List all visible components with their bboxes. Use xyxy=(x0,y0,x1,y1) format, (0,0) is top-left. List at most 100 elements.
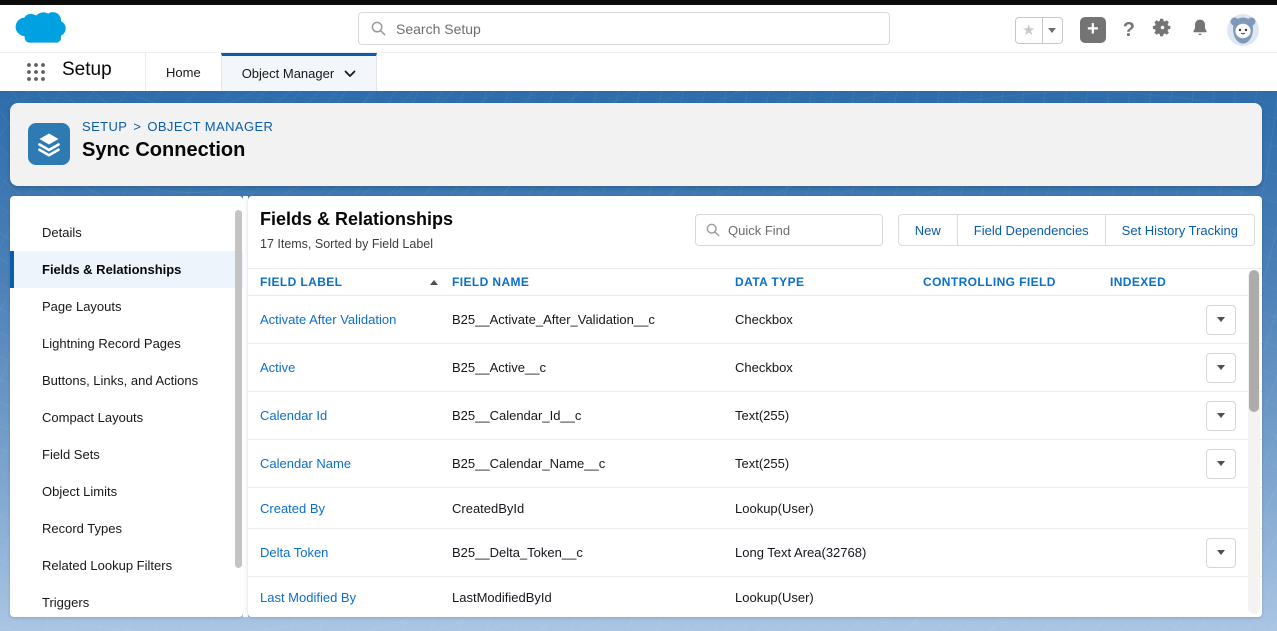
quick-create-button[interactable]: + xyxy=(1080,17,1106,43)
column-header-field-name[interactable]: FIELD NAME xyxy=(452,275,735,289)
field-name-cell: B25__Activate_After_Validation__c xyxy=(452,312,735,327)
utility-actions: ★ + ? xyxy=(1015,14,1259,46)
sidebar-item-compact-layouts[interactable]: Compact Layouts xyxy=(10,399,243,436)
breadcrumb-object-manager-link[interactable]: OBJECT MANAGER xyxy=(147,119,273,134)
page-title: Sync Connection xyxy=(82,139,245,162)
field-label-link[interactable]: Delta Token xyxy=(260,545,452,560)
data-type-cell: Lookup(User) xyxy=(735,501,923,516)
data-type-cell: Text(255) xyxy=(735,456,923,471)
object-manager-sidebar: Details Fields & Relationships Page Layo… xyxy=(10,196,243,617)
column-header-controlling-field[interactable]: CONTROLLING FIELD xyxy=(923,275,1110,289)
quick-find-box xyxy=(695,214,883,246)
fields-relationships-panel: Fields & Relationships 17 Items, Sorted … xyxy=(248,196,1262,617)
sidebar-item-object-limits[interactable]: Object Limits xyxy=(10,473,243,510)
app-name-label: Setup xyxy=(62,59,112,81)
salesforce-setup-screen: ★ + ? xyxy=(0,0,1277,631)
field-name-cell: B25__Active__c xyxy=(452,360,735,375)
sidebar-item-lightning-record-pages[interactable]: Lightning Record Pages xyxy=(10,325,243,362)
sidebar-item-page-layouts[interactable]: Page Layouts xyxy=(10,288,243,325)
data-type-cell: Checkbox xyxy=(735,312,923,327)
salesforce-logo xyxy=(12,9,70,49)
table-scrollbar-track[interactable] xyxy=(1248,270,1260,614)
row-actions-menu-button[interactable] xyxy=(1206,401,1236,431)
data-type-cell: Text(255) xyxy=(735,408,923,423)
field-label-link[interactable]: Active xyxy=(260,360,452,375)
sidebar-item-label: Related Lookup Filters xyxy=(42,558,172,573)
sidebar-item-label: Object Limits xyxy=(42,484,117,499)
user-avatar[interactable] xyxy=(1227,14,1259,46)
chevron-down-icon xyxy=(1217,550,1225,555)
row-actions-menu-button[interactable] xyxy=(1206,538,1236,568)
chevron-down-icon xyxy=(1217,413,1225,418)
table-row: Delta Token B25__Delta_Token__c Long Tex… xyxy=(248,529,1262,577)
chevron-down-icon xyxy=(1217,317,1225,322)
field-name-cell: B25__Calendar_Id__c xyxy=(452,408,735,423)
panel-actions: New Field Dependencies Set History Track… xyxy=(898,214,1255,246)
chevron-down-icon[interactable] xyxy=(344,70,356,78)
sidebar-item-record-types[interactable]: Record Types xyxy=(10,510,243,547)
gear-icon xyxy=(1152,17,1173,38)
field-dependencies-button[interactable]: Field Dependencies xyxy=(957,214,1106,246)
notifications-button[interactable] xyxy=(1190,17,1210,43)
sidebar-item-fields-relationships[interactable]: Fields & Relationships xyxy=(10,251,243,288)
search-setup-input[interactable] xyxy=(396,21,877,37)
sidebar-item-related-lookup-filters[interactable]: Related Lookup Filters xyxy=(10,547,243,584)
field-name-cell: LastModifiedById xyxy=(452,590,735,605)
favorites-control: ★ xyxy=(1015,17,1063,44)
table-scrollbar-thumb[interactable] xyxy=(1249,270,1259,412)
chevron-down-icon xyxy=(1217,365,1225,370)
tab-home[interactable]: Home xyxy=(145,53,221,91)
astro-avatar-icon xyxy=(1227,14,1259,46)
row-actions-menu-button[interactable] xyxy=(1206,353,1236,383)
object-layers-icon xyxy=(28,123,70,165)
field-label-link[interactable]: Calendar Id xyxy=(260,408,452,423)
setup-gear-button[interactable] xyxy=(1152,17,1173,43)
sidebar-item-label: Buttons, Links, and Actions xyxy=(42,373,198,388)
sidebar-item-label: Compact Layouts xyxy=(42,410,143,425)
table-row: Last Modified By LastModifiedById Lookup… xyxy=(248,577,1262,617)
sidebar-item-field-sets[interactable]: Field Sets xyxy=(10,436,243,473)
sidebar-item-buttons-links-actions[interactable]: Buttons, Links, and Actions xyxy=(10,362,243,399)
sidebar-item-triggers[interactable]: Triggers xyxy=(10,584,243,617)
panel-title: Fields & Relationships xyxy=(260,209,453,230)
new-button[interactable]: New xyxy=(898,214,958,246)
quick-find-input[interactable] xyxy=(728,223,872,238)
column-header-text: FIELD NAME xyxy=(452,275,529,289)
breadcrumb-setup-link[interactable]: SETUP xyxy=(82,119,127,134)
sidebar-item-label: Fields & Relationships xyxy=(42,262,181,277)
field-name-cell: B25__Delta_Token__c xyxy=(452,545,735,560)
field-name-cell: CreatedById xyxy=(452,501,735,516)
search-icon xyxy=(706,223,720,237)
table-row: Created By CreatedById Lookup(User) xyxy=(248,488,1262,529)
column-header-data-type[interactable]: DATA TYPE xyxy=(735,275,923,289)
row-actions-menu-button[interactable] xyxy=(1206,305,1236,335)
plus-icon: + xyxy=(1087,19,1099,39)
column-header-field-label[interactable]: FIELD LABEL xyxy=(260,275,452,289)
field-label-link[interactable]: Last Modified By xyxy=(260,590,452,605)
search-icon xyxy=(371,21,386,36)
breadcrumb-separator: > xyxy=(133,119,141,134)
page-header-card: SETUP > OBJECT MANAGER Sync Connection xyxy=(10,103,1262,186)
field-label-link[interactable]: Activate After Validation xyxy=(260,312,452,327)
favorites-star-icon[interactable]: ★ xyxy=(1015,17,1043,44)
set-history-tracking-button[interactable]: Set History Tracking xyxy=(1105,214,1255,246)
help-button[interactable]: ? xyxy=(1123,19,1135,42)
sidebar-scrollbar[interactable] xyxy=(235,210,242,568)
row-actions-menu-button[interactable] xyxy=(1206,449,1236,479)
table-header-row: FIELD LABEL FIELD NAME DATA TYPE CONTROL… xyxy=(248,268,1262,296)
setup-page-background: SETUP > OBJECT MANAGER Sync Connection Det… xyxy=(0,91,1277,631)
sidebar-list: Details Fields & Relationships Page Layo… xyxy=(10,196,243,617)
app-launcher-waffle-icon[interactable] xyxy=(26,62,46,82)
fields-table: FIELD LABEL FIELD NAME DATA TYPE CONTROL… xyxy=(248,268,1262,617)
favorites-caret-button[interactable] xyxy=(1043,17,1063,44)
sidebar-item-details[interactable]: Details xyxy=(10,214,243,251)
table-row: Calendar Name B25__Calendar_Name__c Text… xyxy=(248,440,1262,488)
sort-ascending-icon xyxy=(430,280,438,285)
tab-object-manager[interactable]: Object Manager xyxy=(221,53,378,91)
utility-bar: ★ + ? xyxy=(0,5,1277,53)
sidebar-item-label: Record Types xyxy=(42,521,122,536)
field-label-link[interactable]: Created By xyxy=(260,501,452,516)
column-header-indexed[interactable]: INDEXED xyxy=(1110,275,1202,289)
field-label-link[interactable]: Calendar Name xyxy=(260,456,452,471)
column-header-text: CONTROLLING FIELD xyxy=(923,275,1056,289)
